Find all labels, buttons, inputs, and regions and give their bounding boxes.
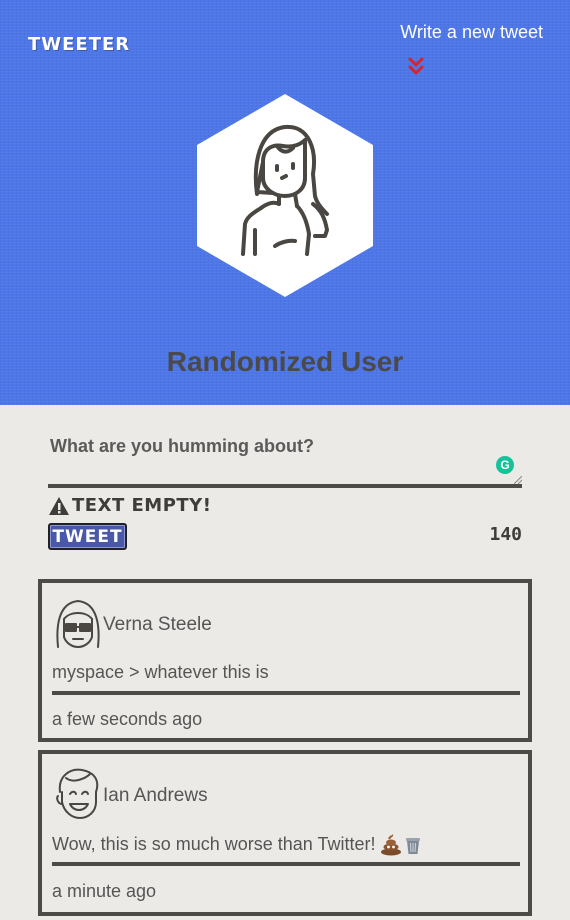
girl-glasses-avatar-icon <box>56 600 100 648</box>
tweet-content: myspace > whatever this is <box>52 662 269 682</box>
empty-text-warning: TEXT EMPTY! <box>48 495 211 516</box>
tweet-author[interactable]: Verna Steele <box>103 614 212 636</box>
tweet-composer: G <box>48 428 522 488</box>
tweet-author[interactable]: Ian Andrews <box>103 785 208 807</box>
tweet-button[interactable]: TWEET <box>48 523 127 550</box>
write-new-tweet-link[interactable]: Write a new tweet <box>400 22 543 43</box>
profile-avatar <box>197 94 373 297</box>
tweet-content: Wow, this is so much worse than Twitter! <box>52 834 424 856</box>
tweet-card: Verna Steele myspace > whatever this is … <box>38 579 532 742</box>
grammarly-icon[interactable]: G <box>496 456 514 474</box>
boy-laughing-avatar-icon <box>56 768 99 819</box>
tweet-divider <box>52 862 520 866</box>
trash-icon <box>406 838 421 855</box>
warning-text: TEXT EMPTY! <box>72 495 212 516</box>
poop-icon <box>381 834 402 856</box>
profile-user-name: Randomized User <box>166 346 404 377</box>
tweet-timestamp: a minute ago <box>52 881 157 901</box>
tweet-card: Ian Andrews Wow, this is so much worse t… <box>38 750 532 916</box>
character-counter: 140 <box>489 524 522 545</box>
profile-header: TWEETER Write a new tweet Randomized Use… <box>0 0 570 405</box>
warning-icon <box>49 496 69 515</box>
chevron-down-icon[interactable] <box>406 55 426 77</box>
resize-handle-icon[interactable] <box>514 476 522 484</box>
tweet-input[interactable] <box>48 428 522 480</box>
tweet-content-text: Wow, this is so much worse than Twitter! <box>52 834 381 854</box>
tweet-timestamp: a few seconds ago <box>52 709 203 729</box>
app-logo[interactable]: TWEETER <box>28 34 130 55</box>
tweet-divider <box>52 691 520 695</box>
